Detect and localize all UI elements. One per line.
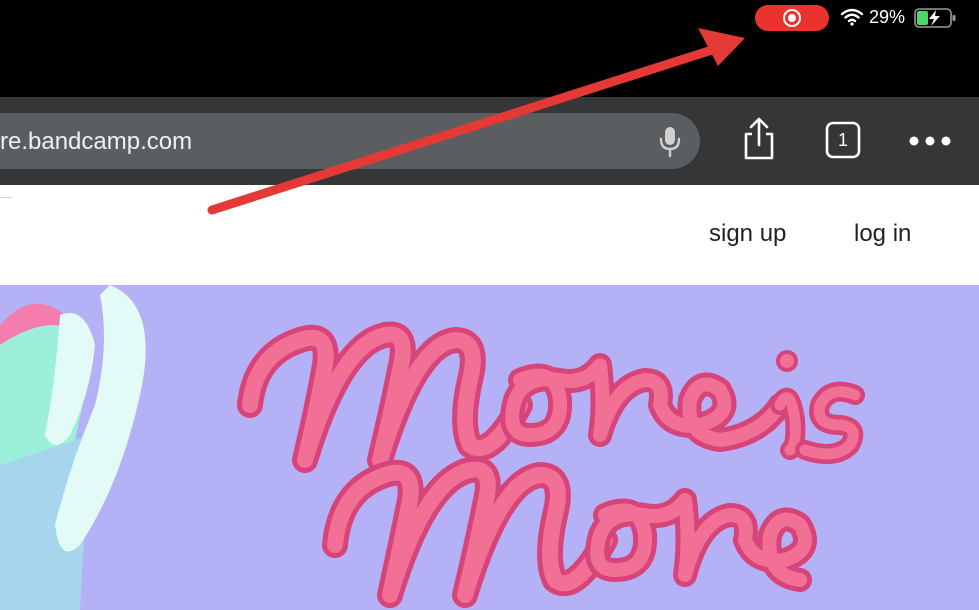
- more-is-more-artwork: [0, 285, 865, 610]
- log-in-link[interactable]: log in: [854, 218, 911, 250]
- battery-charging-icon: [914, 8, 956, 28]
- share-icon[interactable]: [739, 117, 779, 161]
- status-bar: 29%: [0, 0, 979, 97]
- more-icon[interactable]: [904, 131, 956, 151]
- address-bar[interactable]: re.bandcamp.com: [0, 113, 700, 169]
- battery-percentage: 29%: [869, 7, 906, 27]
- url-text[interactable]: re.bandcamp.com: [0, 128, 192, 156]
- screen-recording-indicator[interactable]: [755, 5, 829, 31]
- sign-up-link[interactable]: sign up: [709, 218, 786, 250]
- tabs-button[interactable]: 1: [825, 121, 861, 159]
- header-divider: [0, 197, 12, 198]
- tab-count: 1: [837, 130, 848, 150]
- hero-banner-artwork[interactable]: [0, 285, 979, 610]
- site-header: [0, 185, 979, 285]
- screen-recording-icon: [783, 9, 801, 27]
- wifi-icon: [840, 8, 864, 26]
- microphone-icon[interactable]: [657, 125, 683, 159]
